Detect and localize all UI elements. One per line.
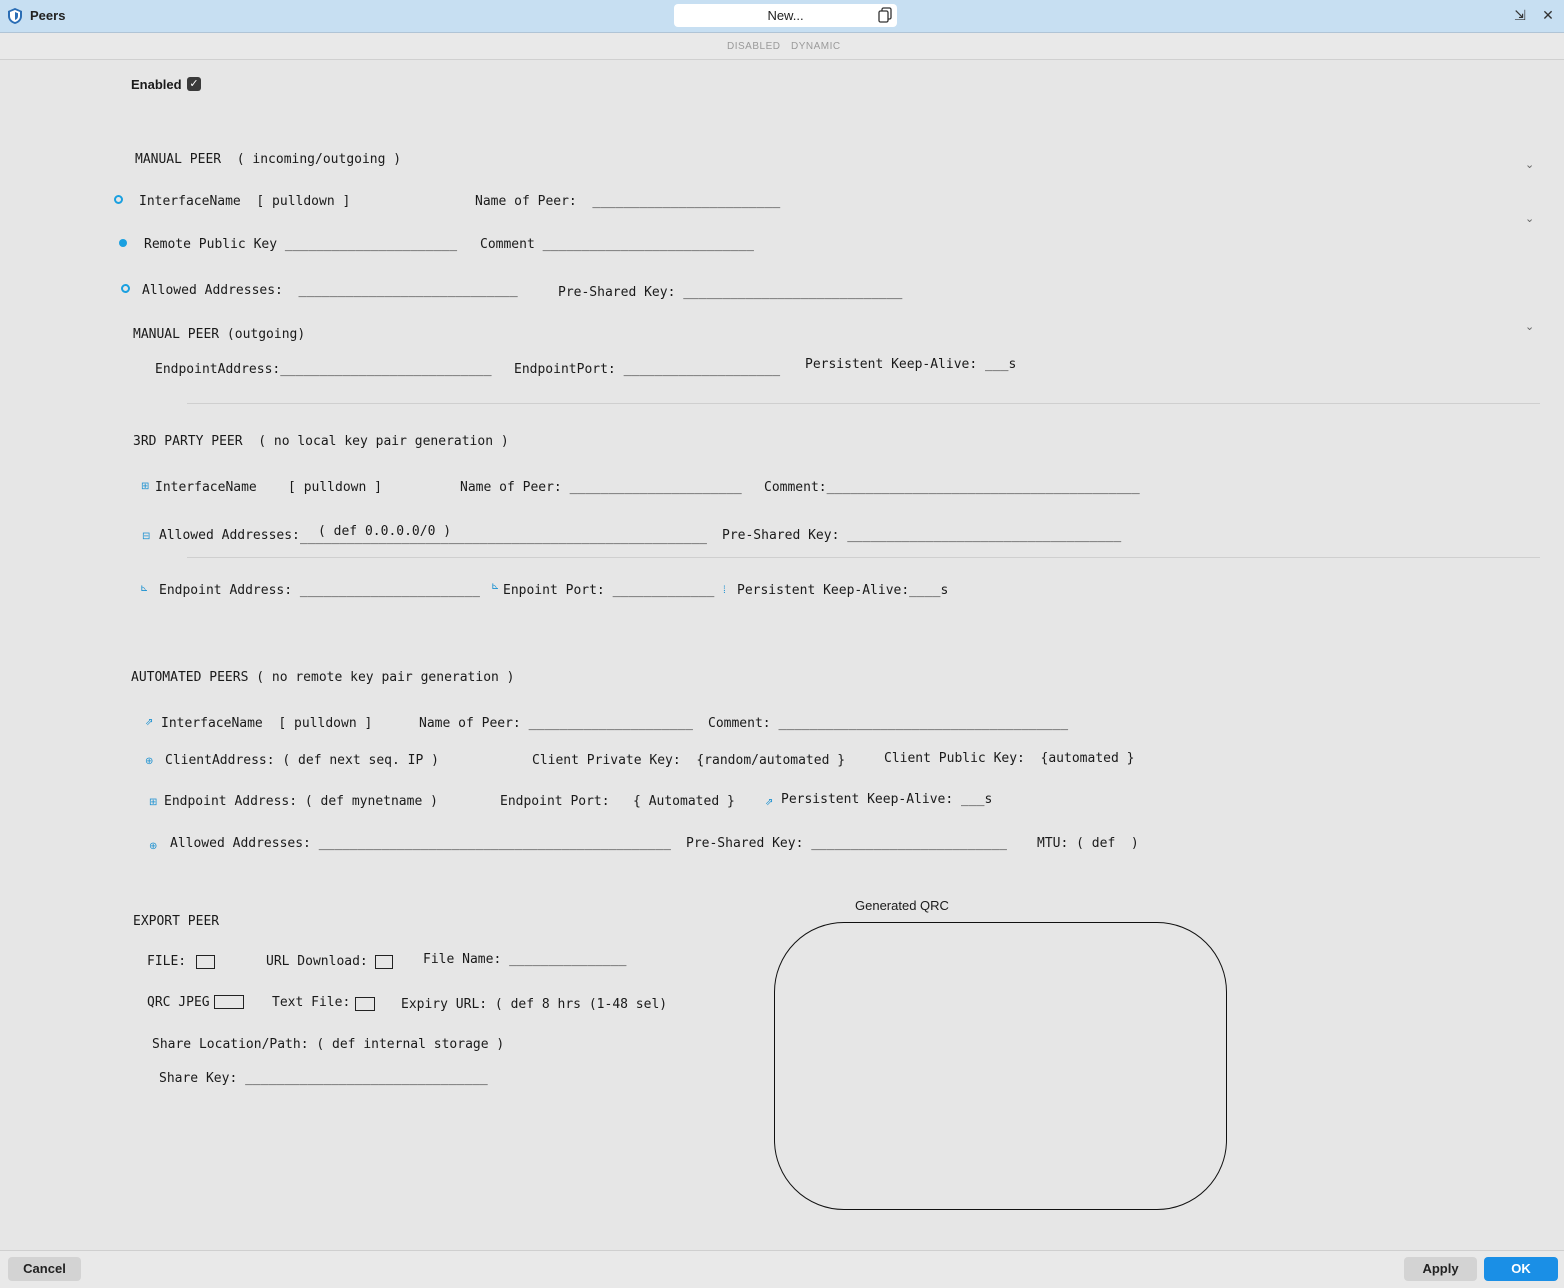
section-divider — [187, 557, 1540, 558]
bottom-bar: Cancel Apply OK — [0, 1250, 1564, 1288]
interface-icon: ⇗ — [145, 717, 154, 728]
third-allowed-addresses-value: ( def 0.0.0.0/0 ) — [318, 524, 452, 539]
outgoing-endpoint-address[interactable]: EndpointAddress:________________________… — [155, 362, 492, 377]
window-title: Peers — [30, 8, 66, 23]
peer-name-value: New... — [767, 8, 804, 23]
auto-interface-name[interactable]: InterfaceName [ pulldown ] — [161, 716, 372, 731]
port-icon: ⊾ — [491, 581, 500, 592]
auto-endpoint-port: Endpoint Port: { Automated } — [500, 794, 735, 809]
export-share-key[interactable]: Share Key: _____________________________… — [159, 1071, 488, 1086]
automated-heading: AUTOMATED PEERS ( no remote key pair gen… — [131, 670, 515, 685]
mode-bar: DISABLED DYNAMIC — [0, 33, 1564, 60]
third-pre-shared-key[interactable]: Pre-Shared Key: ________________________… — [722, 528, 1121, 543]
export-share-location[interactable]: Share Location/Path: ( def internal stor… — [152, 1037, 504, 1052]
endpoint-icon: ⊞ — [149, 797, 158, 808]
section-divider — [187, 403, 1540, 404]
third-interface-name[interactable]: InterfaceName [ pulldown ] — [155, 480, 382, 495]
export-qrc-jpeg-checkbox[interactable] — [214, 995, 244, 1009]
auto-allowed-addresses[interactable]: Allowed Addresses: _____________________… — [170, 836, 671, 851]
close-icon[interactable]: ✕ — [1540, 7, 1556, 23]
outgoing-keepalive[interactable]: Persistent Keep-Alive: ___s — [805, 357, 1016, 372]
third-name-of-peer[interactable]: Name of Peer: ______________________ — [460, 480, 742, 495]
export-file-checkbox[interactable] — [196, 955, 215, 969]
qrc-display — [774, 922, 1227, 1210]
third-party-heading: 3RD PARTY PEER ( no local key pair gener… — [133, 434, 509, 449]
manual-interface-name[interactable]: InterfaceName [ pulldown ] — [139, 194, 350, 209]
ok-button[interactable]: OK — [1484, 1257, 1558, 1281]
chevron-down-icon[interactable]: ⌄ — [1525, 320, 1534, 333]
chevron-down-icon[interactable]: ⌄ — [1525, 158, 1534, 171]
auto-client-public-key: Client Public Key: {automated } — [884, 751, 1135, 766]
export-file-label: FILE: — [147, 954, 187, 969]
export-file-name[interactable]: File Name: _______________ — [423, 952, 627, 967]
manual-allowed-addresses[interactable]: Allowed Addresses: _____________________… — [142, 283, 518, 298]
auto-comment[interactable]: Comment: _______________________________… — [708, 716, 1068, 731]
enabled-label: Enabled — [131, 77, 182, 92]
auto-client-private-key: Client Private Key: {random/automated } — [532, 753, 846, 768]
auto-client-address[interactable]: ClientAddress: ( def next seq. IP ) — [165, 753, 439, 768]
cancel-button[interactable]: Cancel — [8, 1257, 81, 1281]
third-endpoint-port[interactable]: Enpoint Port: _____________ — [503, 583, 714, 598]
keepalive-icon: ⁞ — [723, 585, 726, 596]
chevron-down-icon[interactable]: ⌄ — [1525, 212, 1534, 225]
tab-disabled[interactable]: DISABLED — [727, 41, 780, 52]
auto-keepalive[interactable]: Persistent Keep-Alive: ___s — [781, 792, 992, 807]
auto-mtu[interactable]: MTU: ( def ) — [1037, 836, 1139, 851]
radio-icon[interactable] — [119, 239, 127, 247]
manual-peer-heading: MANUAL PEER ( incoming/outgoing ) — [135, 152, 402, 167]
network-icon: ⊞ — [141, 481, 150, 492]
manual-comment[interactable]: Comment ___________________________ — [480, 237, 754, 252]
manual-pre-shared-key[interactable]: Pre-Shared Key: ________________________… — [558, 285, 902, 300]
address-icon: ⊕ — [149, 841, 158, 852]
keepalive-icon: ⇗ — [765, 797, 774, 808]
enabled-checkbox[interactable]: ✓ — [187, 77, 201, 91]
peer-name-field[interactable]: New... — [674, 4, 897, 27]
third-endpoint-address[interactable]: Endpoint Address: ______________________… — [159, 583, 480, 598]
tab-dynamic[interactable]: DYNAMIC — [791, 41, 841, 52]
export-expiry-url[interactable]: Expiry URL: ( def 8 hrs (1-48 sel) — [401, 997, 667, 1012]
title-bar: Peers New... ⇲ ✕ — [0, 0, 1564, 33]
pin-icon[interactable]: ⇲ — [1512, 7, 1528, 23]
third-allowed-addresses-label: Allowed Addresses: — [159, 528, 300, 543]
auto-endpoint-address[interactable]: Endpoint Address: ( def mynetname ) — [164, 794, 438, 809]
export-text-file-label: Text File: — [272, 995, 351, 1010]
manual-outgoing-heading: MANUAL PEER (outgoing) — [133, 327, 306, 342]
radio-icon[interactable] — [121, 284, 130, 293]
third-comment[interactable]: Comment:________________________________… — [764, 480, 1140, 495]
third-keepalive[interactable]: Persistent Keep-Alive:____s — [737, 583, 948, 598]
auto-name-of-peer[interactable]: Name of Peer: _____________________ — [419, 716, 693, 731]
network-icon: ⊟ — [142, 531, 151, 542]
copy-icon[interactable] — [878, 7, 892, 23]
apply-button[interactable]: Apply — [1404, 1257, 1477, 1281]
manual-name-of-peer[interactable]: Name of Peer: ________________________ — [475, 194, 780, 209]
qrc-label: Generated QRC — [855, 898, 949, 913]
shield-icon — [8, 8, 22, 24]
manual-remote-public-key[interactable]: Remote Public Key ______________________ — [144, 237, 457, 252]
export-text-file-checkbox[interactable] — [355, 997, 375, 1011]
radio-icon[interactable] — [114, 195, 123, 204]
auto-pre-shared-key[interactable]: Pre-Shared Key: ________________________… — [686, 836, 1007, 851]
export-heading: EXPORT PEER — [133, 914, 220, 929]
export-url-download-label: URL Download: — [266, 954, 368, 969]
export-qrc-jpeg-label: QRC JPEG — [147, 995, 210, 1010]
export-url-download-checkbox[interactable] — [375, 955, 393, 969]
client-icon: ⊕ — [145, 756, 154, 767]
outgoing-endpoint-port[interactable]: EndpointPort: ____________________ — [514, 362, 780, 377]
endpoint-icon: ⊾ — [140, 583, 149, 594]
